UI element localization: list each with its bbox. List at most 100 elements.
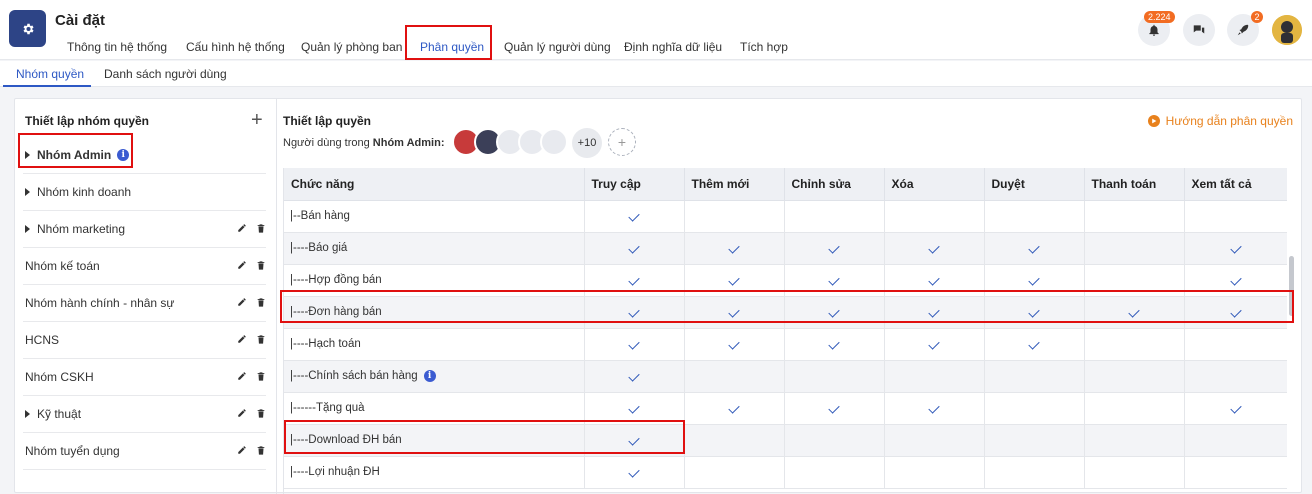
edit-icon[interactable] <box>237 223 247 233</box>
edit-icon[interactable] <box>237 445 247 455</box>
tab-integration[interactable]: Tích hợp <box>740 40 788 54</box>
edit-icon[interactable] <box>237 297 247 307</box>
tab-data-definition[interactable]: Định nghĩa dữ liệu <box>624 40 722 54</box>
permission-cell[interactable] <box>684 456 785 489</box>
permission-cell[interactable] <box>1084 328 1185 361</box>
permission-cell[interactable] <box>784 232 885 265</box>
permission-cell[interactable] <box>1184 296 1287 329</box>
permission-cell[interactable] <box>784 328 885 361</box>
caret-icon[interactable] <box>25 410 30 418</box>
permission-cell[interactable] <box>1184 232 1287 265</box>
group-item-admin[interactable]: Nhóm Admin i <box>23 137 266 174</box>
tab-department[interactable]: Quản lý phòng ban <box>301 40 402 54</box>
group-item-recruitment[interactable]: Nhóm tuyển dụng <box>23 433 266 470</box>
permission-cell[interactable] <box>684 232 785 265</box>
permission-cell[interactable] <box>684 328 785 361</box>
group-item-hcns[interactable]: HCNS <box>23 322 266 359</box>
permission-cell[interactable] <box>984 264 1085 297</box>
edit-icon[interactable] <box>237 371 247 381</box>
permission-cell[interactable] <box>784 200 885 233</box>
edit-icon[interactable] <box>237 408 247 418</box>
permission-cell[interactable] <box>984 200 1085 233</box>
permission-cell[interactable] <box>984 360 1085 393</box>
permission-cell[interactable] <box>1184 328 1287 361</box>
permission-cell[interactable] <box>984 424 1085 457</box>
subtab-groups[interactable]: Nhóm quyền <box>16 67 84 81</box>
group-item-hr-admin[interactable]: Nhóm hành chính - nhân sự <box>23 285 266 322</box>
trash-icon[interactable] <box>256 408 266 419</box>
trash-icon[interactable] <box>256 297 266 308</box>
permission-cell[interactable] <box>1084 456 1185 489</box>
permission-cell[interactable] <box>884 392 985 425</box>
permission-cell[interactable] <box>684 264 785 297</box>
more-members-count[interactable]: +10 <box>572 128 602 158</box>
permission-cell[interactable] <box>784 264 885 297</box>
info-icon[interactable]: i <box>117 149 130 161</box>
permission-cell[interactable] <box>884 200 985 233</box>
permission-cell[interactable] <box>584 296 685 329</box>
permission-cell[interactable] <box>984 456 1085 489</box>
permission-cell[interactable] <box>1084 264 1185 297</box>
permission-cell[interactable] <box>584 424 685 457</box>
permission-cell[interactable] <box>1184 424 1287 457</box>
edit-icon[interactable] <box>237 260 247 270</box>
permission-cell[interactable] <box>684 360 785 393</box>
permission-cell[interactable] <box>584 360 685 393</box>
permission-cell[interactable] <box>1184 264 1287 297</box>
permission-cell[interactable] <box>1084 424 1185 457</box>
permission-cell[interactable] <box>884 296 985 329</box>
tab-user-management[interactable]: Quản lý người dùng <box>504 40 611 54</box>
permission-cell[interactable] <box>884 456 985 489</box>
permission-cell[interactable] <box>884 232 985 265</box>
permission-cell[interactable] <box>684 392 785 425</box>
permission-cell[interactable] <box>584 264 685 297</box>
permission-cell[interactable] <box>1084 392 1185 425</box>
permission-cell[interactable] <box>784 392 885 425</box>
add-group-button[interactable]: + <box>251 109 263 132</box>
add-member-button[interactable]: + <box>608 128 636 156</box>
group-item-accounting[interactable]: Nhóm kế toán <box>23 248 266 285</box>
permission-cell[interactable] <box>784 296 885 329</box>
permission-cell[interactable] <box>1084 232 1185 265</box>
permission-cell[interactable] <box>884 264 985 297</box>
permission-cell[interactable] <box>984 296 1085 329</box>
permission-cell[interactable] <box>1184 200 1287 233</box>
permission-cell[interactable] <box>584 200 685 233</box>
permission-cell[interactable] <box>1184 456 1287 489</box>
permission-guide-link[interactable]: Hướng dẫn phân quyền <box>1147 114 1293 128</box>
gear-icon[interactable] <box>9 10 46 47</box>
permission-cell[interactable] <box>784 456 885 489</box>
trash-icon[interactable] <box>256 223 266 234</box>
member-avatar[interactable] <box>540 128 568 156</box>
permission-cell[interactable] <box>984 392 1085 425</box>
trash-icon[interactable] <box>256 334 266 345</box>
caret-icon[interactable] <box>25 188 30 196</box>
permission-cell[interactable] <box>1184 360 1287 393</box>
edit-icon[interactable] <box>237 334 247 344</box>
info-icon[interactable]: i <box>423 369 436 382</box>
group-item-sales[interactable]: Nhóm kinh doanh <box>23 174 266 211</box>
permission-cell[interactable] <box>584 392 685 425</box>
trash-icon[interactable] <box>256 371 266 382</box>
permission-cell[interactable] <box>684 424 785 457</box>
scrollbar-thumb[interactable] <box>1289 256 1294 316</box>
permission-cell[interactable] <box>884 328 985 361</box>
trash-icon[interactable] <box>256 260 266 271</box>
group-item-cskh[interactable]: Nhóm CSKH <box>23 359 266 396</box>
permission-cell[interactable] <box>884 360 985 393</box>
caret-icon[interactable] <box>25 225 30 233</box>
permission-cell[interactable] <box>1084 296 1185 329</box>
permission-cell[interactable] <box>884 424 985 457</box>
group-item-technical[interactable]: Kỹ thuật <box>23 396 266 433</box>
subtab-users-list[interactable]: Danh sách người dùng <box>104 67 227 81</box>
tab-system-info[interactable]: Thông tin hệ thống <box>67 40 167 54</box>
caret-icon[interactable] <box>25 151 30 159</box>
permission-cell[interactable] <box>984 232 1085 265</box>
group-item-marketing[interactable]: Nhóm marketing <box>23 211 266 248</box>
permission-cell[interactable] <box>684 296 785 329</box>
permission-cell[interactable] <box>584 328 685 361</box>
permission-cell[interactable] <box>1084 360 1185 393</box>
tab-system-config[interactable]: Cấu hình hệ thống <box>186 40 285 54</box>
chat-icon[interactable] <box>1183 14 1215 46</box>
permission-cell[interactable] <box>684 200 785 233</box>
